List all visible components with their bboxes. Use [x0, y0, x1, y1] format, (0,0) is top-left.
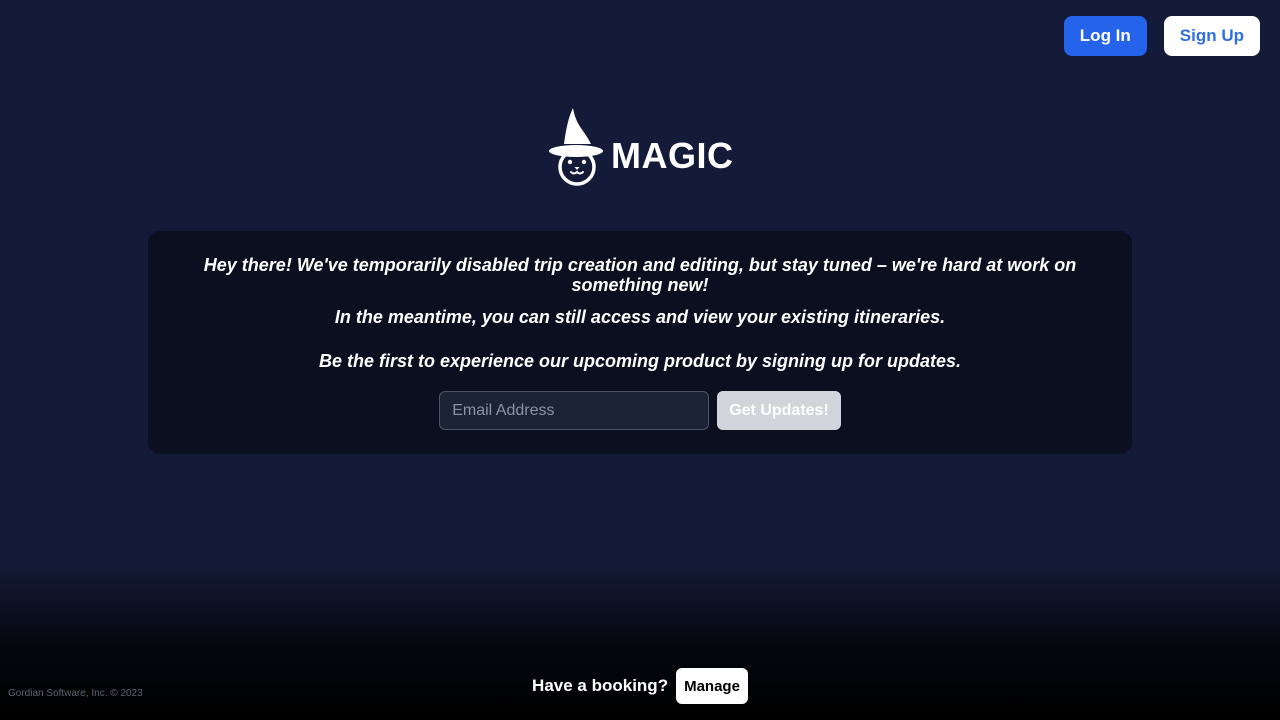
- brand-name: MAGIC: [611, 135, 734, 176]
- booking-label: Have a booking?: [532, 676, 669, 695]
- brand-logo: MAGIC: [549, 106, 734, 186]
- copyright-text: Gordian Software, Inc. © 2023: [8, 688, 143, 699]
- wizard-hat-cat-logo-icon: [549, 106, 605, 186]
- signup-form: Get Updates!: [164, 391, 1116, 430]
- notice-message: Hey there! We've temporarily disabled tr…: [203, 255, 1077, 295]
- manage-booking-button[interactable]: Manage: [676, 668, 748, 704]
- notice-card: Hey there! We've temporarily disabled tr…: [148, 231, 1132, 454]
- login-button[interactable]: Log In: [1063, 16, 1147, 56]
- email-input[interactable]: [439, 391, 710, 430]
- booking-bar: Have a booking? Manage: [0, 668, 1280, 704]
- notice-signup-prompt: Be the first to experience our upcoming …: [318, 351, 962, 371]
- signup-button[interactable]: Sign Up: [1163, 16, 1260, 56]
- top-nav: Log In Sign Up: [1063, 16, 1260, 56]
- get-updates-button[interactable]: Get Updates!: [717, 391, 841, 430]
- notice-meantime: In the meantime, you can still access an…: [334, 307, 946, 327]
